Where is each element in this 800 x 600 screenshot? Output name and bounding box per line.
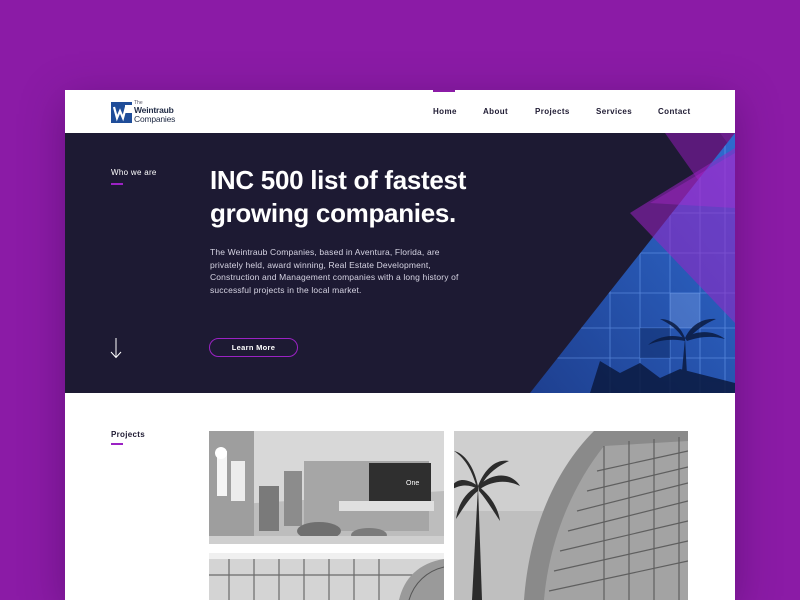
projects-section-label: Projects (111, 430, 145, 439)
site-header: The Weintraub Companies Home About Proje… (65, 90, 735, 133)
projects-label-accent (111, 443, 123, 445)
nav-active-indicator (433, 90, 455, 92)
hero-building-artwork (530, 133, 735, 393)
project-tile-atrium[interactable] (209, 553, 444, 600)
lobby-image: One (209, 431, 444, 544)
brand-logo[interactable]: The Weintraub Companies (111, 100, 175, 124)
lobby-sign-text: One (406, 480, 419, 487)
atrium-image (209, 553, 444, 600)
nav-item-projects[interactable]: Projects (535, 107, 570, 116)
page-card: The Weintraub Companies Home About Proje… (65, 90, 735, 600)
nav-item-about[interactable]: About (483, 107, 508, 116)
hero-label-accent (111, 183, 123, 185)
nav-item-contact[interactable]: Contact (658, 107, 691, 116)
hero-title-line2: growing companies. (210, 198, 456, 228)
hero-section: Who we are INC 500 list of fastest growi… (65, 133, 735, 393)
hero-title-line1: INC 500 list of fastest (210, 165, 467, 195)
arrow-down-icon[interactable] (109, 336, 123, 360)
logo-line2: Companies (134, 113, 176, 124)
hero-description: The Weintraub Companies, based in Aventu… (210, 247, 459, 295)
learn-more-button[interactable]: Learn More (209, 338, 298, 357)
hero-title: INC 500 list of fastest growing companie… (210, 164, 530, 230)
project-tile-lobby[interactable]: One (209, 431, 444, 544)
hero-section-label: Who we are (111, 168, 157, 177)
project-tile-tower[interactable] (454, 431, 688, 600)
nav-item-services[interactable]: Services (596, 107, 632, 116)
logo-wordmark: The Weintraub Companies (134, 101, 175, 123)
nav-item-home[interactable]: Home (433, 107, 457, 116)
logo-w-icon (111, 101, 132, 123)
tower-image (454, 431, 688, 600)
